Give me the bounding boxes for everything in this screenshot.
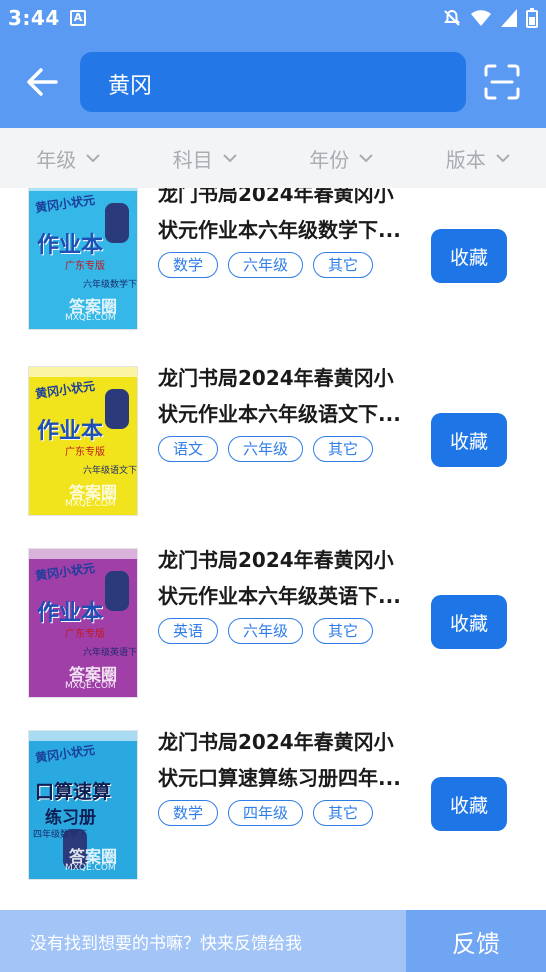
tag-group: 数学 六年级 其它: [158, 252, 374, 278]
cover-title: 作业本: [37, 419, 104, 444]
list-item[interactable]: 黄冈小状元 作业本 广东专版 六年级语文下 答案圈 MXQE.COM 龙门书局2…: [0, 366, 546, 548]
search-input[interactable]: 黄冈: [80, 52, 466, 112]
mascot-image: [105, 571, 129, 611]
book-title: 龙门书局2024年春黄冈小 状元口算速算练习册四年...: [158, 724, 410, 796]
feedback-button[interactable]: 反馈: [406, 910, 546, 972]
watermark-url: MXQE.COM: [65, 681, 116, 691]
tag-grade: 四年级: [228, 800, 304, 826]
cover-brand: 黄冈小状元: [34, 742, 96, 766]
cover-band: [29, 188, 137, 191]
tag-grade: 六年级: [228, 252, 304, 278]
book-title-line2: 状元作业本六年级语文下...: [158, 402, 401, 426]
cover-band: [29, 549, 137, 559]
back-arrow-icon: [27, 68, 58, 96]
book-title-line2: 状元作业本六年级数学下...: [158, 218, 401, 242]
cover-meta: 六年级语文下: [83, 466, 138, 476]
filter-grade[interactable]: 年级: [0, 128, 137, 188]
filter-label: 版本: [445, 147, 486, 172]
cover-brand: 黄冈小状元: [34, 192, 96, 216]
book-title-line1: 龙门书局2024年春黄冈小: [158, 548, 394, 572]
tag-edition: 其它: [313, 800, 374, 826]
list-item[interactable]: 黄冈小状元 口算速算 练习册 四年级数学下 答案圈 MXQE.COM 龙门书局2…: [0, 730, 546, 910]
tag-subject: 数学: [158, 252, 219, 278]
tag-grade: 六年级: [228, 436, 304, 462]
mascot-image: [105, 389, 129, 429]
book-cover: 黄冈小状元 作业本 广东专版 六年级英语下 答案圈 MXQE.COM: [28, 548, 138, 698]
book-cover: 黄冈小状元 作业本 广东专版 六年级数学下 答案圈 MXQE.COM: [28, 188, 138, 330]
cover-subtitle: 广东专版: [65, 629, 105, 640]
filter-label: 科目: [172, 147, 213, 172]
tag-edition: 其它: [313, 618, 374, 644]
mascot-image: [105, 203, 129, 243]
scan-button[interactable]: [482, 62, 522, 102]
cover-band: [29, 367, 137, 377]
tag-edition: 其它: [313, 252, 374, 278]
cover-brand: 黄冈小状元: [34, 378, 96, 402]
favorite-button[interactable]: 收藏: [431, 595, 507, 649]
book-title: 龙门书局2024年春黄冈小 状元作业本六年级英语下...: [158, 542, 410, 614]
cover-subtitle: 练习册: [45, 808, 96, 828]
filter-label: 年份: [309, 147, 350, 172]
chevron-down-icon: [496, 154, 510, 163]
watermark-url: MXQE.COM: [65, 499, 116, 509]
feedback-message: 没有找到想要的书嘛？快来反馈给我: [0, 910, 406, 972]
book-title-line1: 龙门书局2024年春黄冈小: [158, 730, 394, 754]
list-item[interactable]: 黄冈小状元 作业本 广东专版 六年级英语下 答案圈 MXQE.COM 龙门书局2…: [0, 548, 546, 730]
status-time: 3:44: [8, 6, 60, 30]
scan-icon: [484, 64, 520, 100]
cover-meta: 六年级英语下: [83, 648, 138, 658]
filter-subject[interactable]: 科目: [137, 128, 274, 188]
cover-subtitle: 广东专版: [65, 261, 105, 272]
favorite-button[interactable]: 收藏: [431, 777, 507, 831]
tag-edition: 其它: [313, 436, 374, 462]
cover-meta: 六年级数学下: [83, 280, 138, 290]
book-title-line2: 状元口算速算练习册四年...: [158, 766, 401, 790]
cover-subtitle: 广东专版: [65, 447, 105, 458]
book-title-line1: 龙门书局2024年春黄冈小: [158, 188, 394, 206]
feedback-bar: 没有找到想要的书嘛？快来反馈给我 反馈: [0, 910, 546, 972]
book-title: 龙门书局2024年春黄冈小 状元作业本六年级数学下...: [158, 188, 410, 248]
book-list: 黄冈小状元 作业本 广东专版 六年级数学下 答案圈 MXQE.COM 龙门书局2…: [0, 188, 546, 910]
book-cover: 黄冈小状元 口算速算 练习册 四年级数学下 答案圈 MXQE.COM: [28, 730, 138, 880]
watermark-url: MXQE.COM: [65, 313, 116, 323]
favorite-button[interactable]: 收藏: [431, 229, 507, 283]
tag-grade: 六年级: [228, 618, 304, 644]
tag-subject: 语文: [158, 436, 219, 462]
chevron-down-icon: [86, 154, 100, 163]
list-item[interactable]: 黄冈小状元 作业本 广东专版 六年级数学下 答案圈 MXQE.COM 龙门书局2…: [0, 188, 546, 368]
mute-icon: [444, 9, 460, 26]
tag-subject: 英语: [158, 618, 219, 644]
filter-bar: 年级 科目 年份 版本: [0, 128, 546, 188]
book-cover: 黄冈小状元 作业本 广东专版 六年级语文下 答案圈 MXQE.COM: [28, 366, 138, 516]
cover-brand: 黄冈小状元: [34, 560, 96, 584]
filter-year[interactable]: 年份: [273, 128, 410, 188]
wifi-icon: [471, 10, 491, 26]
favorite-button[interactable]: 收藏: [431, 413, 507, 467]
back-button[interactable]: [22, 60, 62, 104]
book-title: 龙门书局2024年春黄冈小 状元作业本六年级语文下...: [158, 360, 410, 432]
cover-band: [29, 731, 137, 741]
status-bar: 3:44 A: [0, 0, 546, 36]
status-icons: [442, 8, 538, 28]
cover-meta: 四年级数学下: [33, 830, 88, 840]
signal-icon: [501, 9, 517, 27]
book-title-line1: 龙门书局2024年春黄冈小: [158, 366, 394, 390]
cover-title: 作业本: [37, 601, 104, 626]
book-title-line2: 状元作业本六年级英语下...: [158, 584, 401, 608]
tag-group: 数学 四年级 其它: [158, 800, 374, 826]
battery-icon: [526, 8, 538, 28]
cover-title: 口算速算: [35, 781, 112, 803]
chevron-down-icon: [223, 154, 237, 163]
cover-title: 作业本: [37, 233, 104, 258]
chevron-down-icon: [359, 154, 373, 163]
top-bar: 3:44 A 黄冈: [0, 0, 546, 128]
search-query: 黄冈: [108, 74, 153, 99]
tag-group: 英语 六年级 其它: [158, 618, 374, 644]
filter-label: 年级: [36, 147, 77, 172]
filter-edition[interactable]: 版本: [410, 128, 546, 188]
watermark-url: MXQE.COM: [65, 863, 116, 873]
notification-icon: A: [70, 10, 86, 26]
tag-subject: 数学: [158, 800, 219, 826]
tag-group: 语文 六年级 其它: [158, 436, 374, 462]
